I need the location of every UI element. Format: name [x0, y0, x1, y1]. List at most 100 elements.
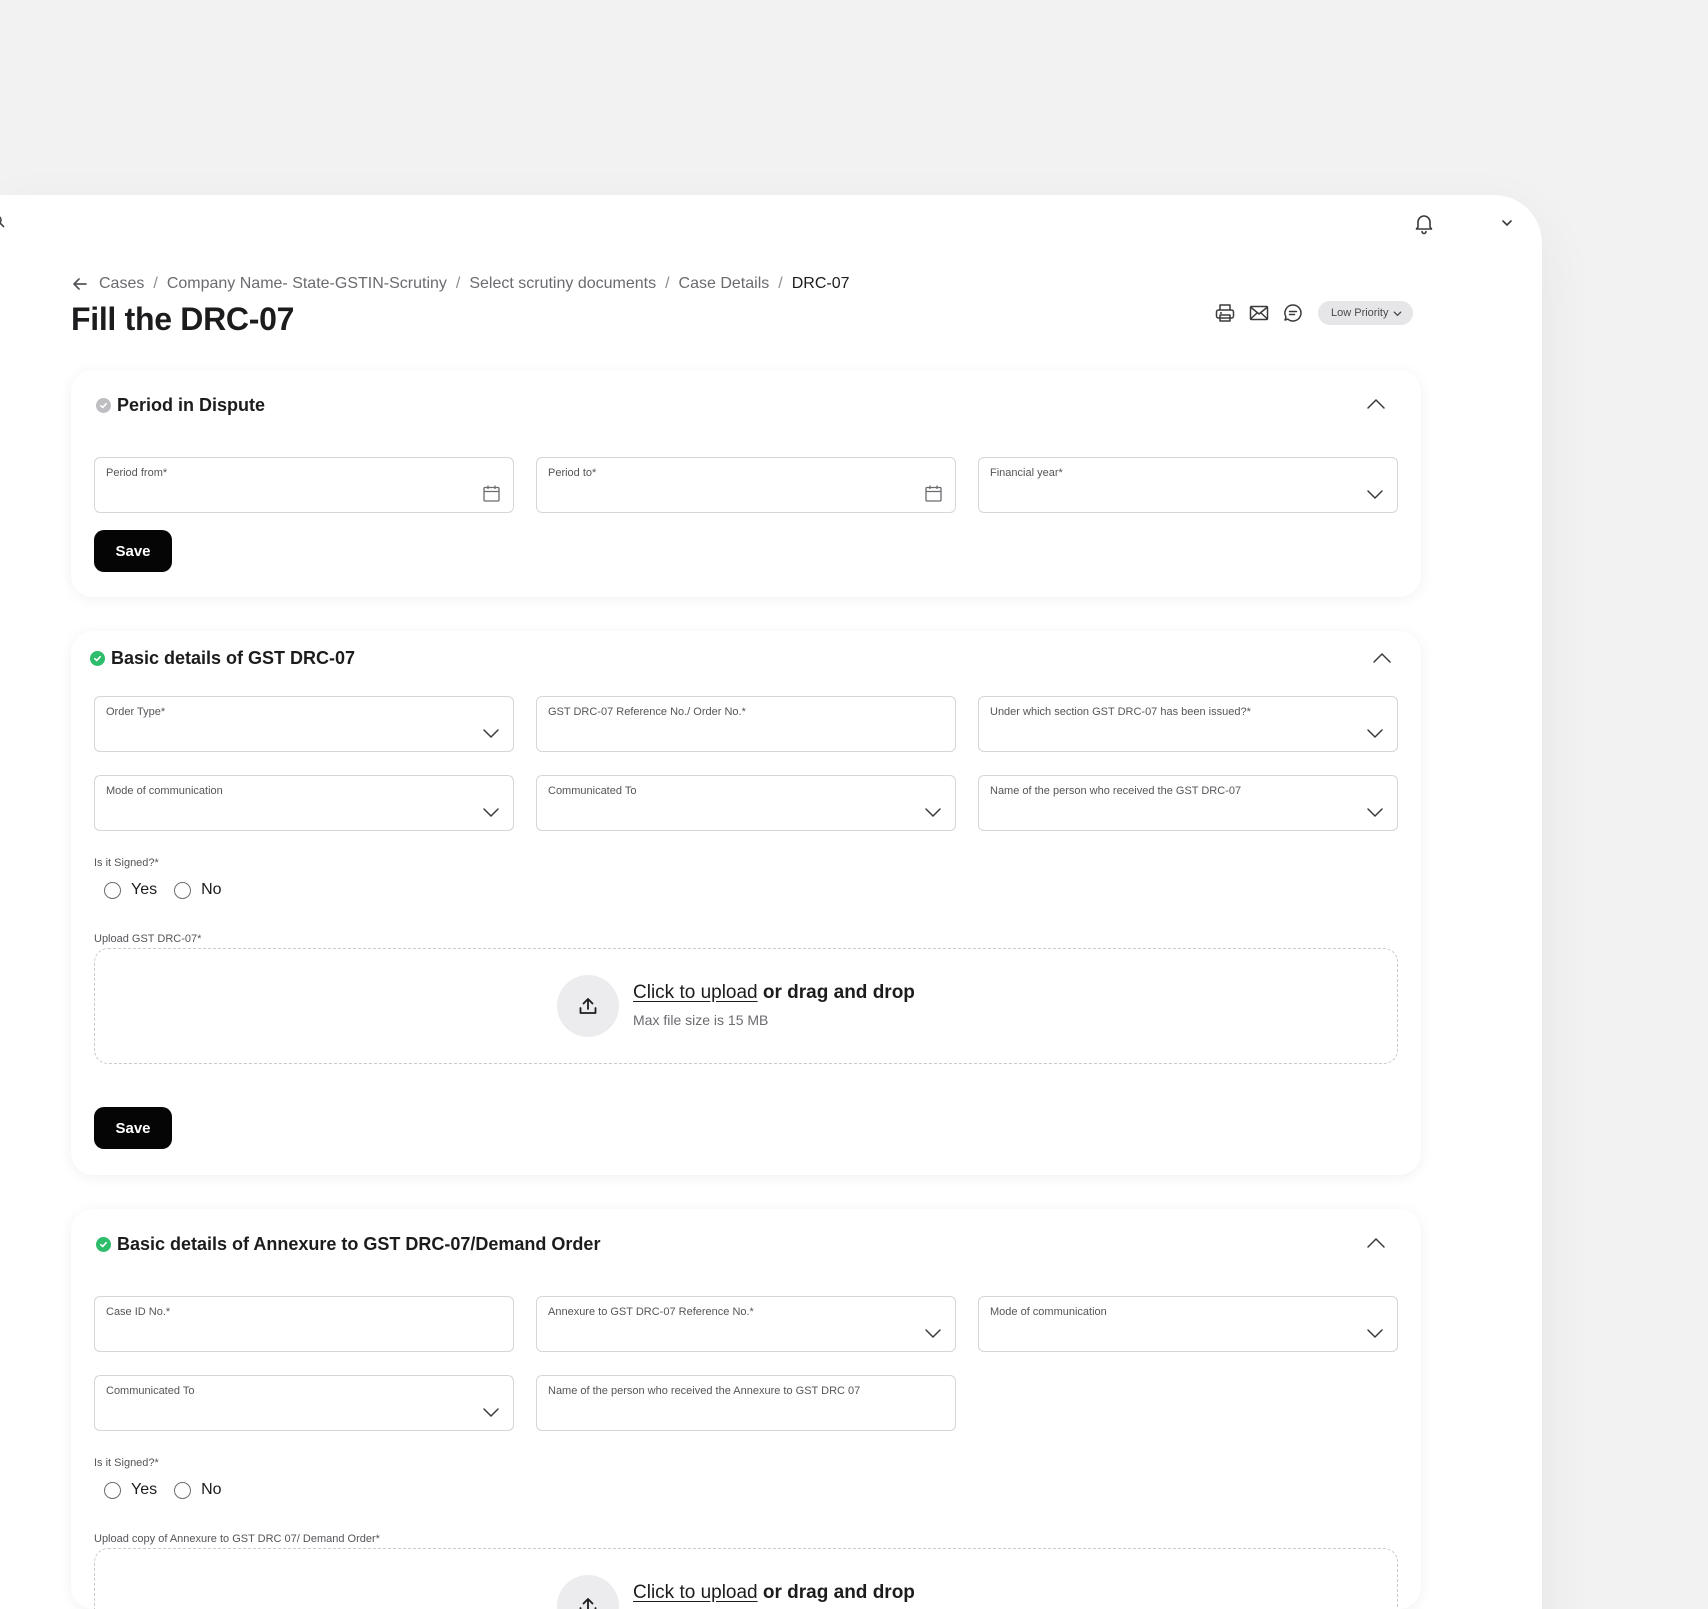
period-from-field[interactable]: Period from*	[94, 457, 514, 513]
section-header: Basic details of GST DRC-07	[90, 648, 355, 669]
period-in-dispute-card: Period in Dispute Period from* Period to…	[71, 370, 1421, 597]
back-arrow-icon[interactable]	[71, 275, 89, 293]
breadcrumb-item-cases[interactable]: Cases	[99, 275, 144, 293]
radio-no[interactable]: No	[174, 881, 222, 899]
is-signed-label: Is it Signed?*	[94, 1457, 159, 1469]
period-to-field[interactable]: Period to*	[536, 457, 956, 513]
field-label: Mode of communication	[990, 1306, 1107, 1318]
click-to-upload-link[interactable]: Click to upload	[633, 1582, 758, 1603]
is-signed-radio-group: Yes No	[104, 881, 222, 899]
chevron-down-icon	[481, 1402, 501, 1422]
chevron-down-icon	[923, 1323, 943, 1343]
app-window: Cases / Company Name- State-GSTIN-Scruti…	[0, 195, 1542, 1609]
mail-icon[interactable]	[1248, 302, 1270, 324]
field-label: Name of the person who received the GST …	[990, 785, 1242, 797]
upload-label: Upload GST DRC-07*	[94, 933, 202, 945]
mode-of-communication-select[interactable]: Mode of communication	[94, 775, 514, 831]
field-label: Name of the person who received the Anne…	[548, 1385, 861, 1397]
radio-label: Yes	[131, 1481, 158, 1498]
case-id-input[interactable]: Case ID No.*	[94, 1296, 514, 1352]
upload-prompt: Click to upload or drag and drop	[633, 982, 915, 1004]
basic-details-drc07-card: Basic details of GST DRC-07 Order Type* …	[71, 631, 1421, 1175]
radio-label: No	[201, 881, 222, 898]
priority-dropdown[interactable]: Low Priority	[1318, 301, 1414, 325]
file-dropzone[interactable]: Click to upload or drag and drop	[94, 1548, 1398, 1609]
status-complete-icon	[90, 651, 105, 666]
chevron-down-icon	[1394, 310, 1402, 316]
radio-label: No	[201, 1481, 222, 1498]
order-type-select[interactable]: Order Type*	[94, 696, 514, 752]
max-file-size-hint: Max file size is 15 MB	[633, 1012, 769, 1028]
field-label: Period to*	[548, 467, 597, 479]
radio-circle[interactable]	[104, 1481, 121, 1499]
chat-icon[interactable]	[1282, 302, 1304, 324]
receiver-name-select[interactable]: Name of the person who received the GST …	[978, 775, 1398, 831]
chevron-down-icon	[1365, 723, 1385, 743]
chevron-up-icon[interactable]	[1371, 648, 1393, 670]
printer-icon[interactable]	[1214, 302, 1236, 324]
section-title: Period in Dispute	[117, 395, 266, 415]
breadcrumb-separator: /	[455, 275, 461, 292]
upload-prompt: Click to upload or drag and drop	[633, 1582, 915, 1604]
click-to-upload-link[interactable]: Click to upload	[633, 982, 758, 1003]
breadcrumb-separator: /	[665, 275, 670, 292]
field-label: Under which section GST DRC-07 has been …	[990, 706, 1251, 718]
field-label: Mode of communication	[106, 785, 223, 797]
upload-icon[interactable]	[557, 1575, 619, 1609]
radio-yes[interactable]: Yes	[104, 1481, 157, 1499]
section-issued-select[interactable]: Under which section GST DRC-07 has been …	[978, 696, 1398, 752]
section-header: Basic details of Annexure to GST DRC-07/…	[96, 1234, 600, 1255]
radio-circle[interactable]	[174, 1481, 192, 1499]
upload-icon[interactable]	[557, 975, 619, 1037]
radio-no[interactable]: No	[174, 1481, 222, 1499]
radio-circle[interactable]	[174, 881, 192, 899]
communicated-to-select[interactable]: Communicated To	[94, 1375, 514, 1431]
breadcrumb: Cases / Company Name- State-GSTIN-Scruti…	[71, 275, 850, 293]
save-button[interactable]: Save	[94, 1107, 172, 1149]
annexure-reference-select[interactable]: Annexure to GST DRC-07 Reference No.*	[536, 1296, 956, 1352]
header-actions: Low Priority	[1214, 301, 1414, 325]
chevron-up-icon[interactable]	[1365, 1233, 1387, 1255]
radio-circle[interactable]	[104, 881, 121, 899]
section-title: Basic details of GST DRC-07	[111, 648, 356, 668]
chevron-down-icon	[1365, 1323, 1385, 1343]
financial-year-select[interactable]: Financial year*	[978, 457, 1398, 513]
field-label: Order Type*	[106, 706, 166, 718]
status-pending-icon	[96, 398, 111, 413]
field-label: GST DRC-07 Reference No./ Order No.*	[548, 706, 746, 718]
field-label: Communicated To	[106, 1385, 195, 1397]
save-button[interactable]: Save	[94, 530, 172, 572]
mode-of-communication-select[interactable]: Mode of communication	[978, 1296, 1398, 1352]
breadcrumb-item-case-details[interactable]: Case Details	[679, 275, 770, 293]
breadcrumb-current: DRC-07	[791, 275, 850, 292]
field-label: Communicated To	[548, 785, 637, 797]
section-title: Basic details of Annexure to GST DRC-07/…	[117, 1234, 601, 1254]
is-signed-label: Is it Signed?*	[94, 857, 159, 869]
bell-icon[interactable]	[1412, 211, 1436, 235]
status-complete-icon	[96, 1237, 111, 1252]
calendar-icon[interactable]	[924, 484, 943, 503]
annexure-receiver-name-input[interactable]: Name of the person who received the Anne…	[536, 1375, 956, 1431]
field-label: Case ID No.*	[106, 1306, 171, 1318]
file-dropzone[interactable]: Click to upload or drag and drop Max fil…	[94, 948, 1398, 1064]
radio-yes[interactable]: Yes	[104, 881, 157, 899]
priority-label: Low Priority	[1331, 307, 1389, 319]
reference-number-input[interactable]: GST DRC-07 Reference No./ Order No.*	[536, 696, 956, 752]
chevron-down-icon	[923, 802, 943, 822]
chevron-up-icon[interactable]	[1365, 394, 1387, 416]
field-label: Annexure to GST DRC-07 Reference No.*	[548, 1306, 754, 1318]
search-icon[interactable]	[0, 215, 6, 229]
breadcrumb-item-company[interactable]: Company Name- State-GSTIN-Scrutiny	[167, 275, 447, 293]
annexure-details-card: Basic details of Annexure to GST DRC-07/…	[71, 1209, 1421, 1609]
communicated-to-select[interactable]: Communicated To	[536, 775, 956, 831]
breadcrumb-item-scrutiny-documents[interactable]: Select scrutiny documents	[469, 275, 656, 293]
chevron-down-icon	[1365, 484, 1385, 504]
chevron-down-icon	[481, 723, 501, 743]
breadcrumb-separator: /	[153, 275, 158, 292]
upload-label: Upload copy of Annexure to GST DRC 07/ D…	[94, 1533, 380, 1545]
calendar-icon[interactable]	[482, 484, 501, 503]
drag-drop-text: or drag and drop	[762, 1582, 915, 1603]
is-signed-radio-group: Yes No	[104, 1481, 222, 1499]
chevron-down-icon[interactable]	[1500, 216, 1514, 230]
drag-drop-text: or drag and drop	[762, 982, 915, 1003]
